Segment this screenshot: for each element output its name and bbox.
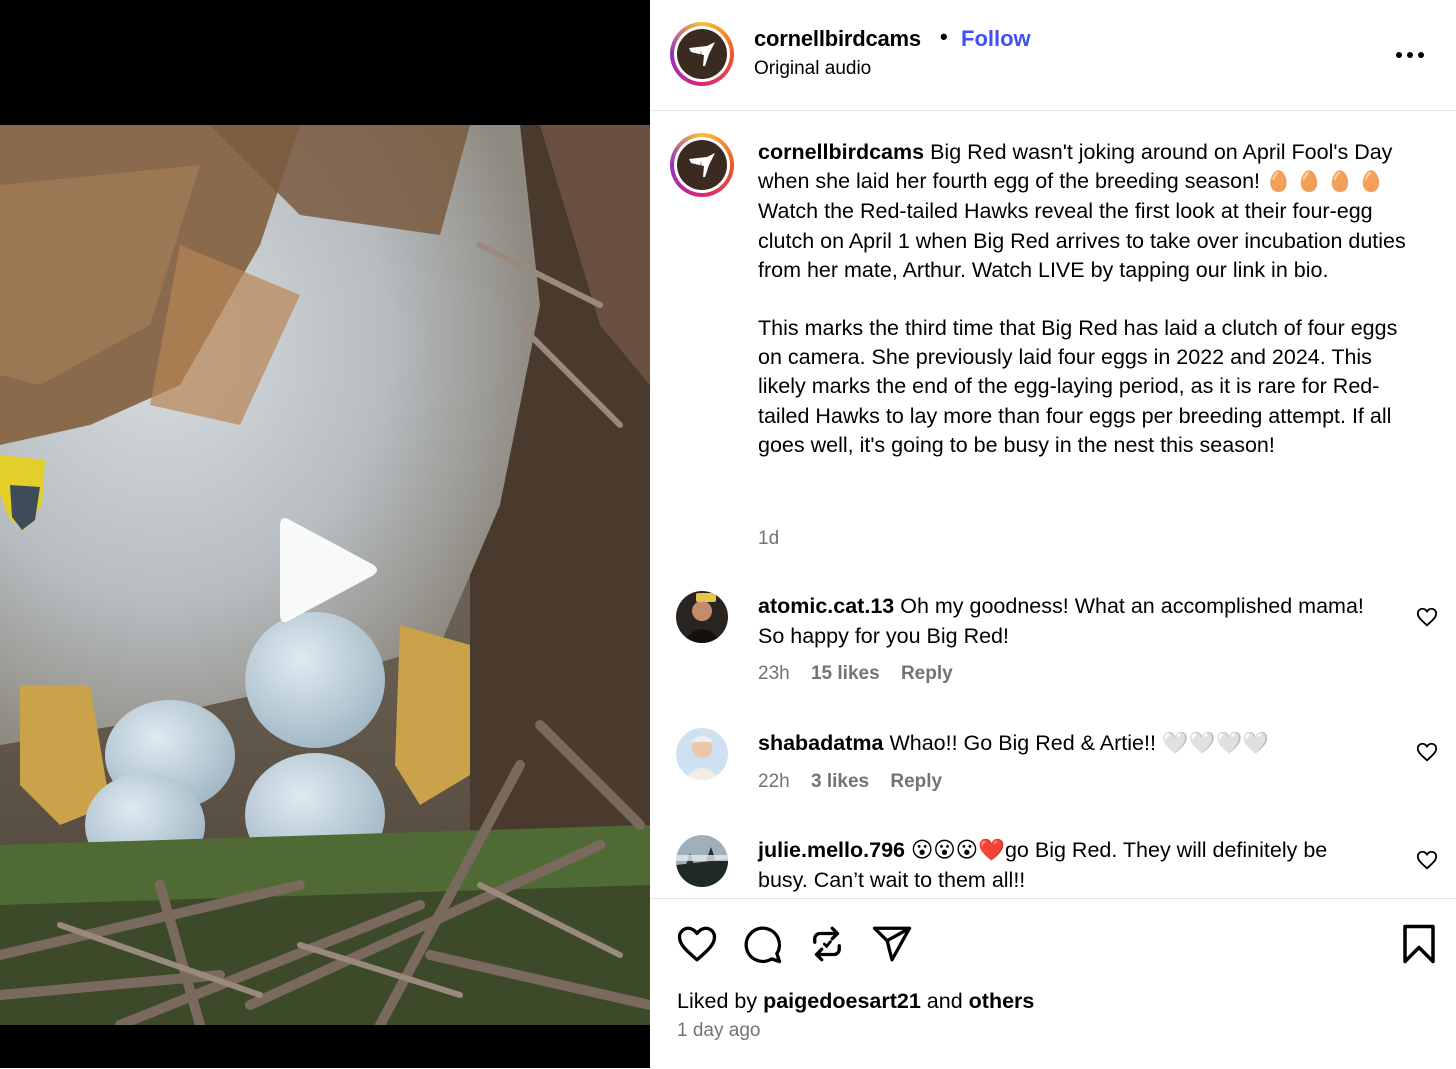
follow-button[interactable]: Follow [961, 26, 1031, 52]
post-panel: cornellbirdcams • Follow Original audio [650, 0, 1456, 1068]
caption-paragraph-2: This marks the third time that Big Red h… [758, 316, 1398, 457]
caption-author-avatar[interactable] [670, 133, 734, 197]
author-username[interactable]: cornellbirdcams [754, 26, 921, 52]
comments-scroll-area[interactable]: cornellbirdcams Big Red wasn't joking ar… [650, 111, 1456, 898]
comment-body: Whao!! Go Big Red & Artie!! 🤍🤍🤍🤍 [889, 731, 1269, 755]
bird-logo-icon [689, 153, 715, 177]
audio-label[interactable]: Original audio [754, 58, 871, 80]
caption-timestamp[interactable]: 1d [758, 528, 779, 550]
liked-by-prefix: Liked by [677, 989, 758, 1013]
post-header: cornellbirdcams • Follow Original audio [650, 0, 1456, 111]
post-caption: cornellbirdcams Big Red wasn't joking ar… [758, 138, 1418, 460]
egg-emoji: 🥚 [1266, 171, 1291, 194]
egg-emoji: 🥚 [1296, 171, 1322, 194]
reply-button[interactable]: Reply [890, 771, 942, 792]
comment-likes[interactable]: 3 likes [811, 771, 869, 792]
play-button[interactable] [272, 512, 384, 628]
bird-logo-icon [689, 42, 715, 66]
comment-meta: 22h 3 likes Reply [758, 771, 958, 793]
video-player[interactable] [0, 0, 650, 1068]
play-icon [280, 518, 377, 622]
comment-text: julie.mello.796 😮😮😮❤️go Big Red. They wi… [758, 836, 1378, 895]
egg-2 [245, 612, 385, 748]
author-avatar[interactable] [670, 22, 734, 86]
header-separator: • [940, 24, 948, 49]
liked-by-user[interactable]: paigedoesart21 [763, 989, 921, 1013]
reply-button[interactable]: Reply [901, 663, 953, 684]
heart-icon[interactable] [1416, 606, 1438, 628]
heart-icon[interactable] [1416, 741, 1438, 763]
share-icon[interactable] [871, 923, 913, 965]
caption-text-2: Watch the Red-tailed Hawks reveal the fi… [758, 199, 1406, 282]
repost-icon[interactable] [806, 923, 848, 965]
like-heart-icon[interactable] [676, 923, 718, 965]
comment-time[interactable]: 22h [758, 771, 790, 792]
liked-by-and: and [926, 989, 963, 1013]
post-date[interactable]: 1 day ago [677, 1020, 760, 1042]
comment-username[interactable]: atomic.cat.13 [758, 594, 894, 618]
caption-username[interactable]: cornellbirdcams [758, 140, 924, 164]
more-options-button[interactable] [1395, 40, 1435, 64]
bookmark-icon[interactable] [1398, 923, 1440, 965]
post-actions: Liked by paigedoesart21 and others 1 day… [650, 898, 1456, 1069]
commenter-avatar[interactable] [676, 591, 728, 643]
more-icon [1396, 52, 1424, 58]
liked-by-text: Liked by paigedoesart21 and others [677, 989, 1034, 1014]
comment-username[interactable]: shabadatma [758, 731, 883, 755]
comment-text: atomic.cat.13 Oh my goodness! What an ac… [758, 592, 1378, 651]
comment-text: shabadatma Whao!! Go Big Red & Artie!! 🤍… [758, 729, 1378, 759]
comment-time[interactable]: 23h [758, 663, 790, 684]
commenter-avatar[interactable] [676, 728, 728, 780]
commenter-avatar[interactable] [676, 835, 728, 887]
comment-username[interactable]: julie.mello.796 [758, 838, 905, 862]
liked-by-others[interactable]: others [969, 989, 1035, 1013]
comment-likes[interactable]: 15 likes [811, 663, 880, 684]
egg-emoji: 🥚 [1358, 171, 1384, 194]
egg-emoji: 🥚 [1327, 171, 1353, 194]
heart-icon[interactable] [1416, 849, 1438, 871]
comment-meta: 23h 15 likes Reply [758, 663, 969, 685]
comment-icon[interactable] [741, 923, 783, 965]
